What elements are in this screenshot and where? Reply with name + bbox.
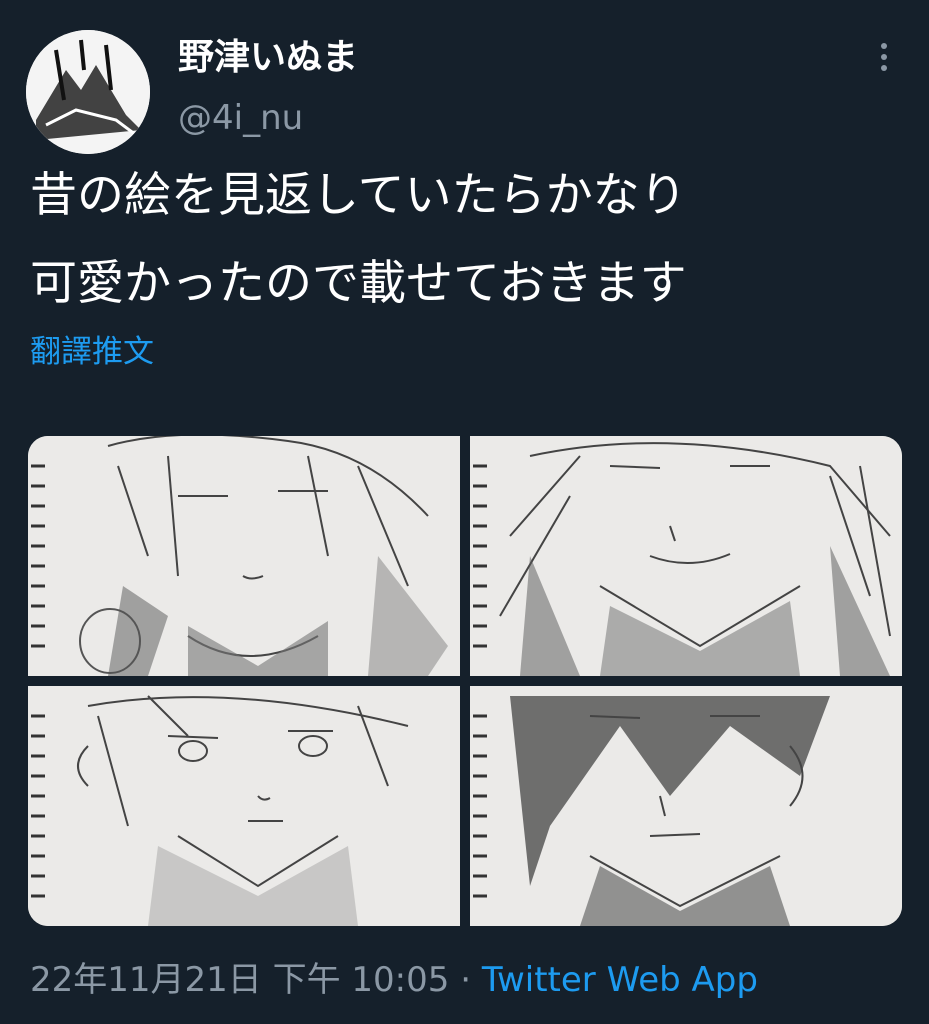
tweet-text: 昔の絵を見返していたらかなり 可愛かったので載せておきます: [30, 152, 910, 328]
sketch-image-1: [28, 436, 460, 676]
photo-4[interactable]: [470, 686, 902, 926]
sketch-image-3: [28, 686, 460, 926]
more-options-icon[interactable]: [866, 38, 902, 82]
photo-3[interactable]: [28, 686, 460, 926]
author-avatar[interactable]: [26, 30, 150, 154]
avatar-icon: [26, 30, 150, 154]
media-grid: [28, 436, 902, 926]
sketch-image-2: [470, 436, 902, 676]
meta-separator: ·: [449, 960, 482, 1000]
translate-tweet-link[interactable]: 翻譯推文: [30, 330, 154, 374]
author-handle[interactable]: @4i_nu: [178, 98, 303, 138]
photo-1[interactable]: [28, 436, 460, 676]
tweet-text-line: 可愛かったので載せておきます: [30, 256, 687, 311]
sketch-image-4: [470, 686, 902, 926]
tweet-meta: 22年11月21日 下午 10:05 · Twitter Web App: [30, 958, 758, 1002]
photo-2[interactable]: [470, 436, 902, 676]
tweet-text-line: 昔の絵を見返していたらかなり: [30, 168, 687, 223]
tweet-source-link[interactable]: Twitter Web App: [482, 960, 758, 1000]
tweet-timestamp[interactable]: 22年11月21日 下午 10:05: [30, 960, 449, 1000]
author-display-name[interactable]: 野津いぬま: [178, 36, 358, 80]
